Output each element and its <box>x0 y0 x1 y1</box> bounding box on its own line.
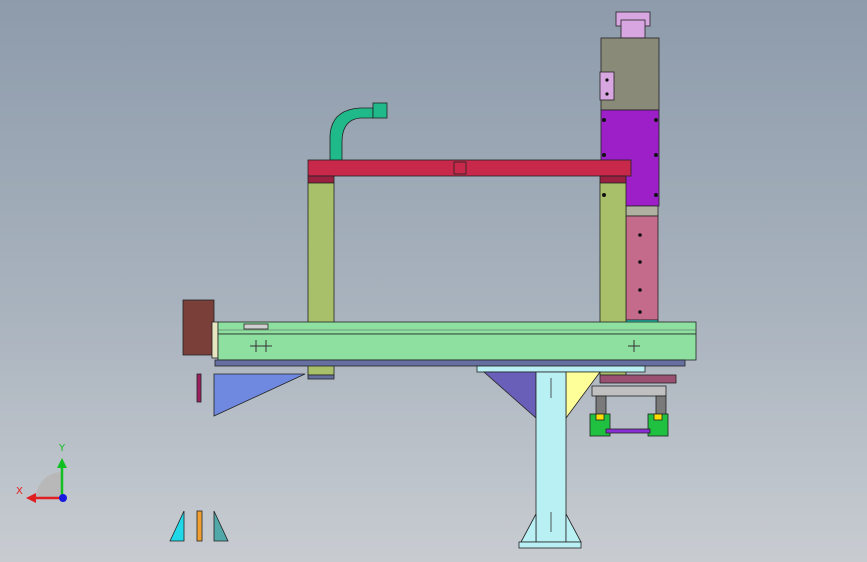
leg-base-plate[interactable] <box>518 541 582 549</box>
support-gusset-left[interactable] <box>482 371 537 419</box>
coordinate-triad <box>26 458 67 503</box>
cable-chain[interactable] <box>329 102 388 161</box>
left-gusset[interactable] <box>213 373 306 417</box>
gripper-assembly[interactable] <box>589 374 677 437</box>
leg-top-plate[interactable] <box>476 365 646 373</box>
top-crossbeam[interactable] <box>307 159 632 177</box>
bottom-part-right[interactable] <box>213 510 229 542</box>
z-axis-lower-slide[interactable] <box>625 215 659 321</box>
z-axis-bracket[interactable] <box>599 71 615 101</box>
left-column-foot[interactable] <box>307 374 335 380</box>
triad-y-label: Y <box>59 443 66 454</box>
leg-foot-gusset-right[interactable] <box>565 513 582 543</box>
limit-sensor[interactable] <box>196 373 202 403</box>
z-axis-motor[interactable] <box>615 11 651 39</box>
cad-viewport[interactable]: X Y <box>0 0 867 562</box>
motor-housing[interactable] <box>182 299 215 356</box>
base-rail-top[interactable] <box>217 321 697 335</box>
triad-x-label: X <box>16 486 23 497</box>
crossbeam-joint[interactable] <box>453 161 467 175</box>
z-axis-spacer[interactable] <box>625 205 659 217</box>
bottom-part-left[interactable] <box>169 510 185 542</box>
left-column-cap[interactable] <box>307 175 335 184</box>
right-column-cap[interactable] <box>599 175 627 184</box>
base-rail-bottom[interactable] <box>214 359 686 367</box>
leg-foot-gusset-left[interactable] <box>520 513 537 543</box>
rail-slider[interactable] <box>243 323 269 330</box>
end-cap[interactable] <box>211 321 219 359</box>
base-rail[interactable] <box>217 333 697 361</box>
bottom-part-center[interactable] <box>196 510 203 542</box>
gantry-assembly-drawing[interactable] <box>0 0 867 562</box>
